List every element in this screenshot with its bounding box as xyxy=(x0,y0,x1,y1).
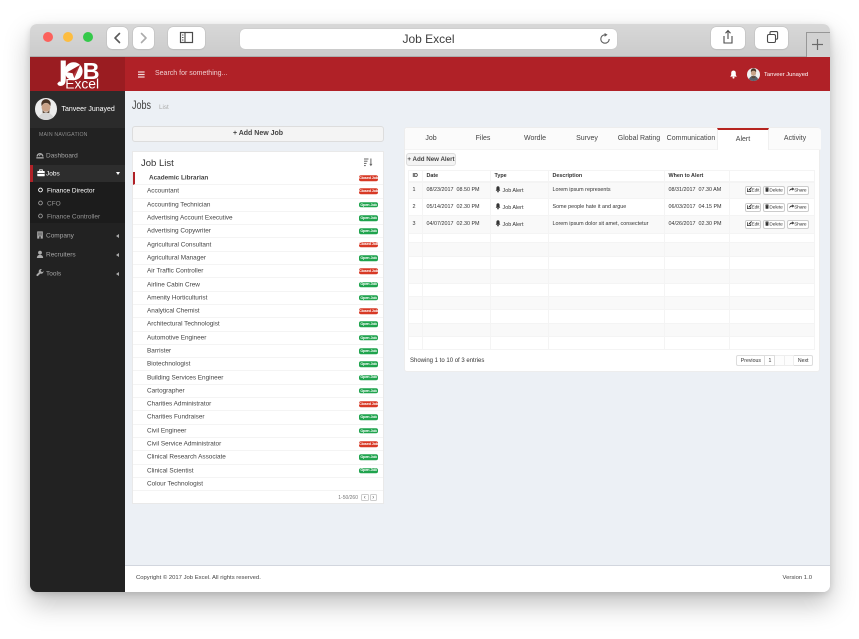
svg-text:Excel: Excel xyxy=(65,76,99,91)
